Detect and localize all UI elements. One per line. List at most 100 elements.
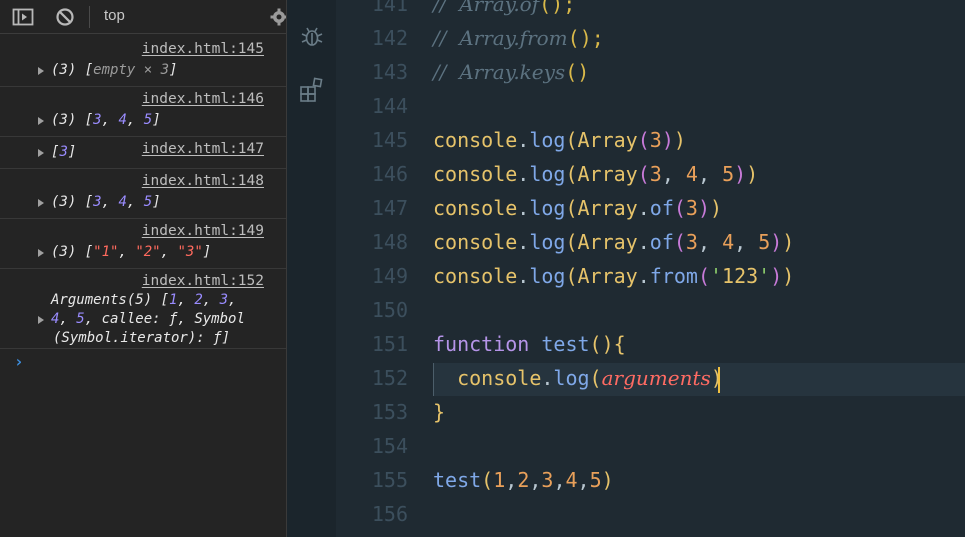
- source-link[interactable]: index.html:152: [142, 273, 264, 289]
- code-token: 3: [541, 468, 554, 492]
- debug-icon[interactable]: [299, 24, 325, 50]
- code-token: test: [541, 332, 590, 356]
- code-line[interactable]: // Array.keys(): [433, 60, 589, 84]
- output-token: ,: [160, 244, 178, 260]
- context-selector[interactable]: top: [104, 7, 125, 24]
- output-token: ,: [177, 292, 195, 308]
- code-token: 4: [685, 162, 698, 186]
- console-output-line: 4, 5, callee: ƒ, Symbol: [51, 311, 245, 327]
- expand-arrow-icon[interactable]: [38, 199, 44, 207]
- source-link[interactable]: index.html:148: [142, 173, 264, 189]
- code-token: 3: [685, 230, 698, 254]
- line-number: 154: [371, 434, 408, 458]
- line-number: 156: [371, 502, 408, 526]
- console-entry[interactable]: index.html:149 (3) ["1", "2", "3"]: [0, 218, 286, 269]
- output-token: ]: [152, 194, 161, 210]
- line-number: 142: [371, 26, 408, 50]
- code-token: console: [433, 196, 518, 220]
- output-token: , Symbol: [177, 311, 245, 327]
- code-token: ,: [577, 468, 590, 492]
- code-line[interactable]: // Array.of();: [433, 0, 575, 16]
- expand-arrow-icon[interactable]: [38, 117, 44, 125]
- code-token: .: [637, 264, 650, 288]
- code-token: of: [649, 230, 674, 254]
- console-entry[interactable]: index.html:152 Arguments(5) [1, 2, 3, 4, 5…: [0, 268, 286, 349]
- expand-arrow-icon[interactable]: [38, 149, 44, 157]
- code-token: ,: [697, 162, 723, 186]
- console-prompt[interactable]: ›: [14, 352, 24, 371]
- sidebar-toggle-icon[interactable]: [12, 6, 34, 28]
- source-link[interactable]: index.html:147: [142, 141, 264, 157]
- code-line[interactable]: console.log(Array.of(3)): [433, 196, 722, 220]
- expand-arrow-icon[interactable]: [38, 67, 44, 75]
- output-token: ƒ: [213, 330, 222, 346]
- console-entry[interactable]: index.html:147 [3]: [0, 136, 286, 169]
- output-token: [: [84, 62, 94, 78]
- code-line[interactable]: test(1,2,3,4,5): [433, 468, 614, 492]
- console-entry[interactable]: index.html:148 (3) [3, 4, 5]: [0, 168, 286, 219]
- code-token: }: [433, 400, 446, 424]
- gear-icon[interactable]: [268, 6, 286, 28]
- code-token: .: [517, 196, 530, 220]
- code-line[interactable]: console.log(Array(3, 4, 5)): [433, 162, 758, 186]
- code-token: 3: [649, 162, 662, 186]
- console-panel: top index.html:145 (3) [empty × 3] index.h…: [0, 0, 287, 537]
- code-line[interactable]: console.log(Array.from('123')): [433, 264, 794, 288]
- code-line[interactable]: console.log(Array(3)): [433, 128, 686, 152]
- output-token: ,: [202, 292, 220, 308]
- code-token: (: [565, 128, 578, 152]
- expand-arrow-icon[interactable]: [38, 316, 44, 324]
- output-token: ,: [59, 311, 77, 327]
- output-token: (3) [: [51, 112, 94, 128]
- code-token: 5: [589, 468, 602, 492]
- code-token: Array: [577, 196, 638, 220]
- output-token: 3: [219, 292, 229, 308]
- code-token: console: [433, 230, 518, 254]
- code-token: log: [529, 230, 566, 254]
- source-link[interactable]: index.html:146: [142, 91, 264, 107]
- line-number: 141: [371, 0, 408, 16]
- extensions-icon[interactable]: [299, 77, 325, 103]
- code-token: ();: [567, 26, 604, 50]
- source-link[interactable]: index.html:145: [142, 41, 264, 57]
- code-token: log: [529, 196, 566, 220]
- code-token: (: [589, 366, 602, 390]
- line-number: 149: [371, 264, 408, 288]
- code-token: (: [565, 264, 578, 288]
- code-token: console: [433, 128, 518, 152]
- line-number: 143: [371, 60, 408, 84]
- code-line[interactable]: console.log(Array.of(3, 4, 5)): [433, 230, 794, 254]
- code-token: // Array.from: [433, 26, 568, 50]
- code-token: ': [710, 264, 723, 288]
- clear-console-icon[interactable]: [54, 6, 76, 28]
- expand-arrow-icon[interactable]: [38, 249, 44, 257]
- code-token: (: [565, 162, 578, 186]
- output-token: (3): [51, 62, 85, 78]
- console-entry[interactable]: index.html:145 (3) [empty × 3]: [0, 36, 286, 87]
- code-line[interactable]: function test(){: [433, 332, 626, 356]
- line-number: 144: [371, 94, 408, 118]
- code-token: .: [637, 230, 650, 254]
- output-token: 3: [93, 194, 102, 210]
- code-token: ): [770, 264, 783, 288]
- code-token: ,: [697, 230, 723, 254]
- code-token: Array: [577, 162, 638, 186]
- code-token: Array: [577, 264, 638, 288]
- code-token: .: [517, 128, 530, 152]
- source-link[interactable]: index.html:149: [142, 223, 264, 239]
- toolbar-separator: [89, 6, 90, 28]
- line-number: 153: [371, 400, 408, 424]
- code-token: ): [697, 196, 711, 220]
- code-token: .: [541, 366, 554, 390]
- output-token: ,: [228, 292, 237, 308]
- code-token: console: [433, 264, 518, 288]
- code-token: (): [565, 60, 590, 84]
- code-token: 2: [517, 468, 530, 492]
- code-line[interactable]: }: [433, 400, 445, 424]
- code-token: (: [673, 196, 686, 220]
- code-line[interactable]: console.log(arguments): [433, 366, 723, 390]
- code-token: ,: [661, 162, 686, 186]
- code-line[interactable]: // Array.from();: [433, 26, 604, 50]
- console-entry[interactable]: index.html:146 (3) [3, 4, 5]: [0, 86, 286, 137]
- code-editor[interactable]: 141 142 143 144 145 146 147 148 149 150 151 152 153 1…: [336, 0, 965, 537]
